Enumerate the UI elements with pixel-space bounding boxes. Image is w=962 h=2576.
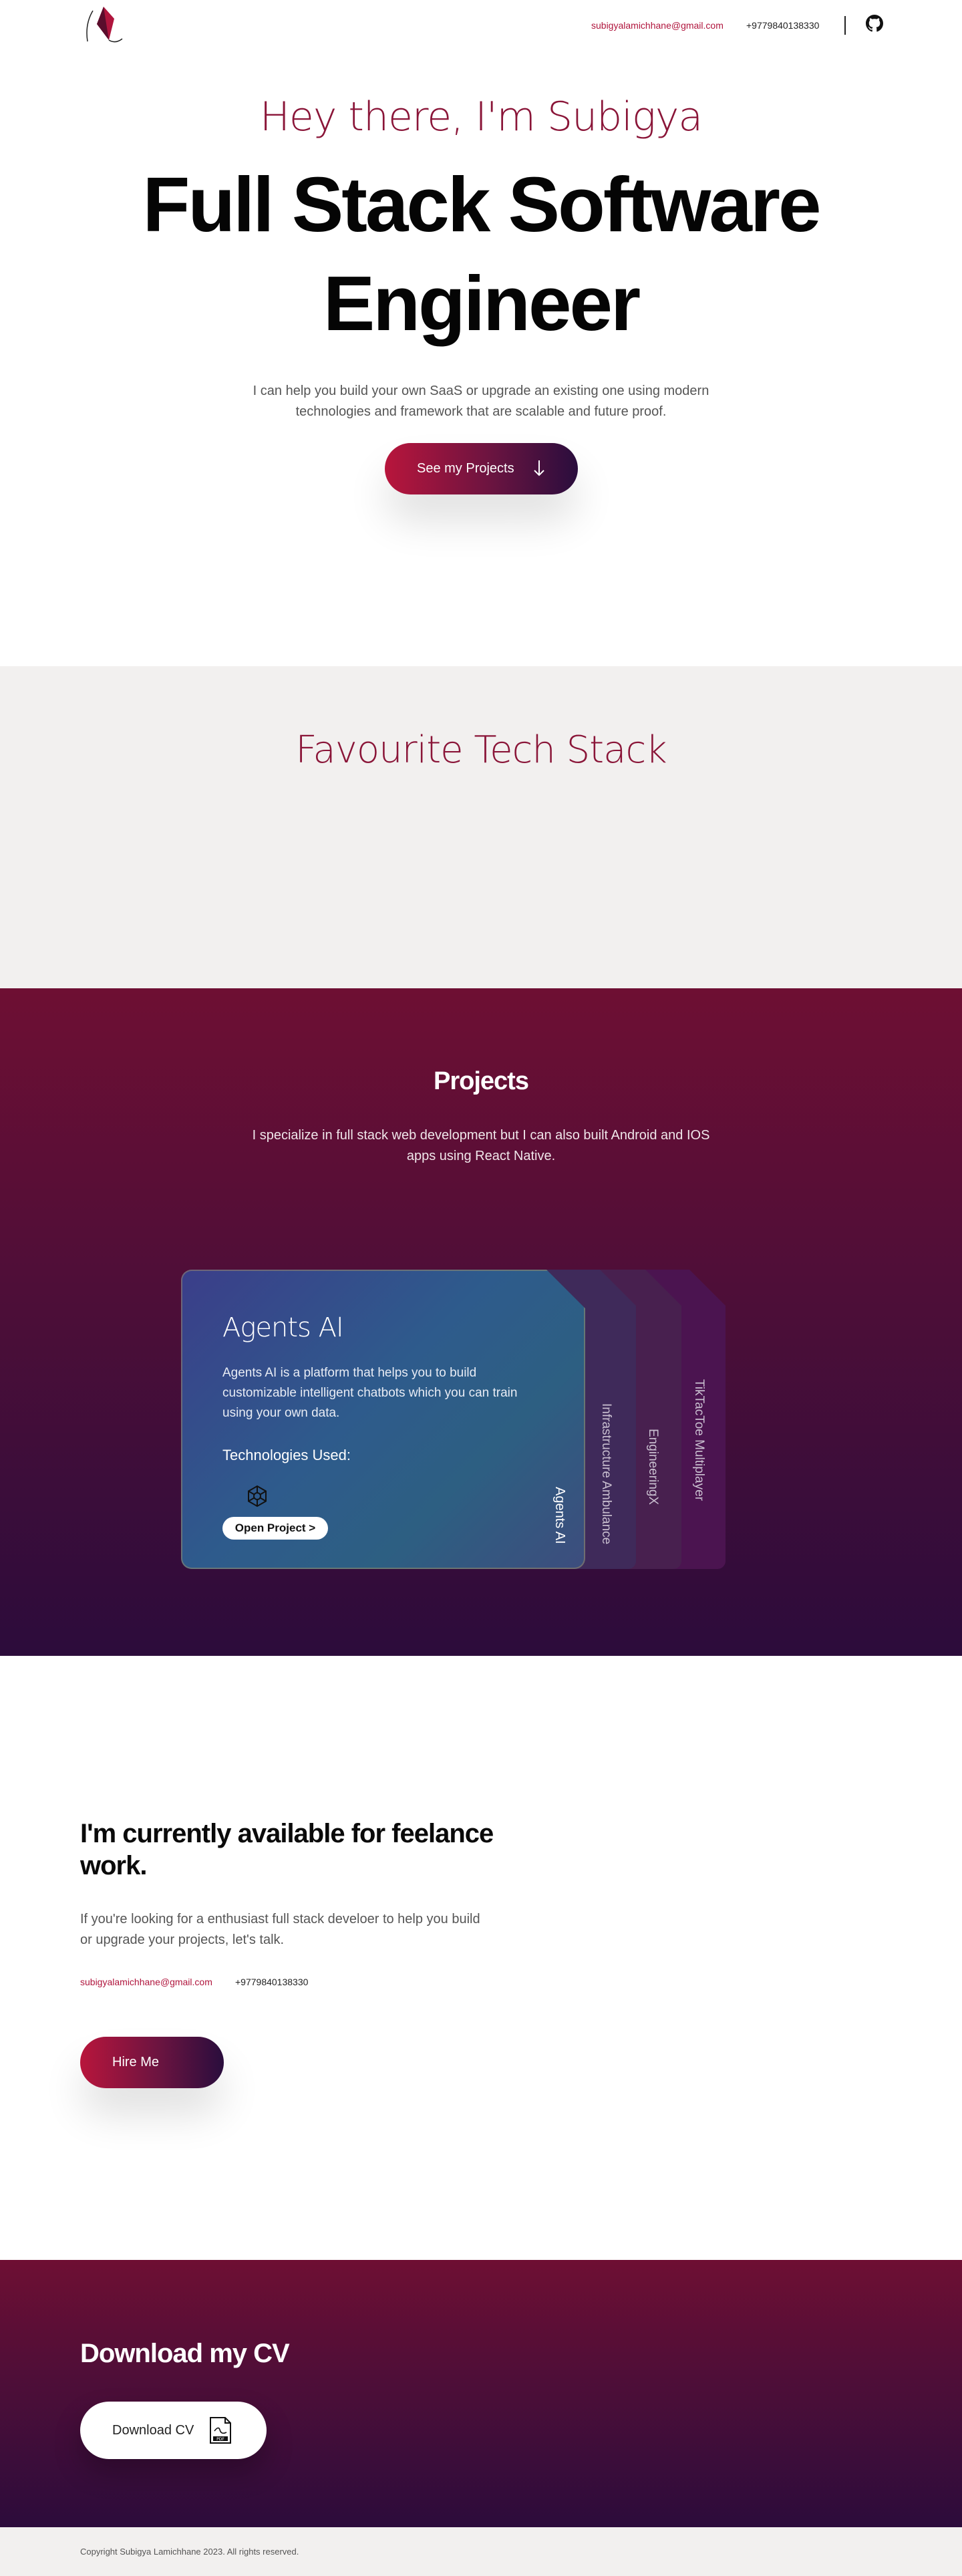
project-tab-agents-ai[interactable]: Agents AI bbox=[552, 1487, 567, 1544]
projects-section: Projects I specialize in full stack web … bbox=[0, 988, 962, 1656]
hero-greeting: Hey there, I'm Subigya bbox=[259, 94, 703, 140]
project-tab-label: Infrastructure Ambulance bbox=[599, 1403, 613, 1545]
technologies-label: Technologies Used: bbox=[222, 1447, 351, 1463]
hero-title: Full Stack Software Engineer bbox=[142, 161, 821, 347]
hire-me-label: Hire Me bbox=[112, 2055, 160, 2069]
cv-title: Download my CV bbox=[80, 2339, 290, 2368]
download-cv-button[interactable]: Download CV PDF bbox=[80, 2402, 267, 2459]
see-projects-label: See my Projects bbox=[417, 461, 514, 476]
project-tab-label: EngineeringX bbox=[646, 1429, 660, 1506]
open-project-button[interactable]: Open Project > bbox=[222, 1517, 328, 1540]
see-projects-button[interactable]: See my Projects bbox=[385, 443, 578, 494]
nav-phone-link[interactable]: +9779840138330 bbox=[746, 20, 819, 31]
project-name: Agents AI bbox=[222, 1312, 343, 1343]
arrow-down-icon bbox=[534, 460, 544, 476]
nav-divider bbox=[844, 16, 846, 35]
hire-me-button[interactable]: Hire Me bbox=[80, 2037, 224, 2088]
project-description: Agents AI is a platform that helps you t… bbox=[222, 1366, 518, 1420]
download-cv-label: Download CV bbox=[112, 2423, 194, 2438]
project-card-active: Agents AI Agents AI is a platform that h… bbox=[181, 1270, 585, 1569]
freelance-email-link[interactable]: subigyalamichhane@gmail.com bbox=[80, 1977, 212, 1987]
footer: Copyright Subigya Lamichhane 2023. All r… bbox=[0, 2527, 962, 2576]
projects-subtitle: I specialize in full stack web developme… bbox=[252, 1128, 710, 1163]
nav-email-link[interactable]: subigyalamichhane@gmail.com bbox=[591, 20, 724, 31]
svg-text:PDF: PDF bbox=[216, 2437, 224, 2442]
navbar: subigyalamichhane@gmail.com +97798401383… bbox=[0, 0, 962, 49]
project-tab-label: TikTacToe Multiplayer bbox=[692, 1379, 706, 1501]
github-icon[interactable] bbox=[866, 15, 883, 32]
footer-copyright: Copyright Subigya Lamichhane 2023. All r… bbox=[80, 2547, 299, 2557]
pdf-file-icon: PDF bbox=[210, 2417, 231, 2444]
freelance-title: I'm currently available for feelance wor… bbox=[80, 1819, 494, 1880]
openai-icon bbox=[243, 1481, 272, 1511]
hero-subtitle: I can help you build your own SaaS or up… bbox=[253, 384, 709, 419]
cv-section: Download my CV Download CV PDF bbox=[0, 2260, 962, 2527]
freelance-subtitle: If you're looking for a enthusiast full … bbox=[80, 1912, 480, 1947]
freelance-phone-link[interactable]: +9779840138330 bbox=[235, 1977, 308, 1987]
projects-title: Projects bbox=[434, 1067, 529, 1095]
tech-stack-title: Favourite Tech Stack bbox=[295, 728, 667, 772]
kite-logo[interactable] bbox=[78, 4, 130, 47]
tech-stack-section: Favourite Tech Stack bbox=[0, 666, 962, 988]
